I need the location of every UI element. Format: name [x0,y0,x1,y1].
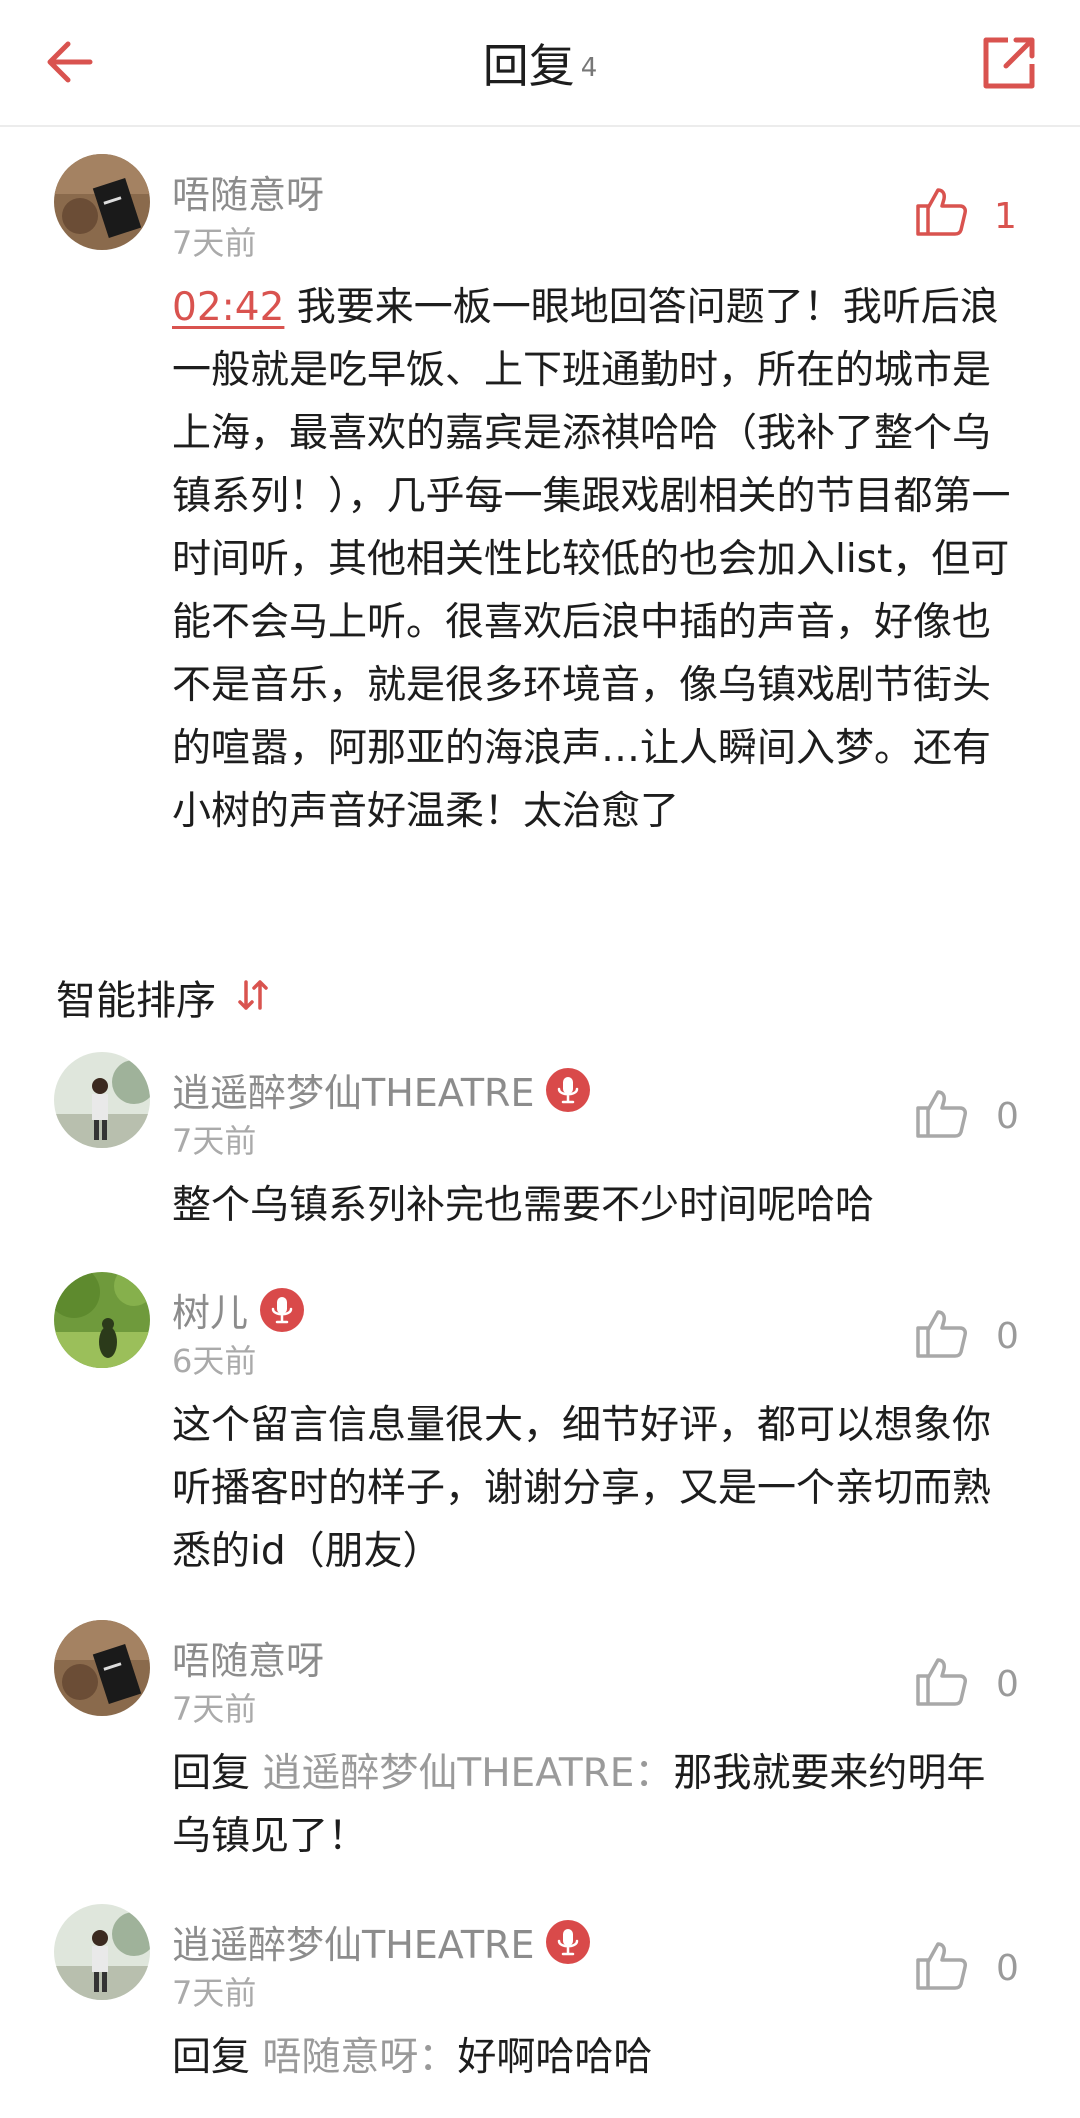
reply-username[interactable]: 唔随意呀 [172,1630,324,1685]
reply-body: 回复 逍遥醉梦仙THEATRE：那我就要来约明年乌镇见了！ [172,1742,1018,1868]
like-button[interactable] [914,184,968,242]
thumbs-up-icon [916,188,967,236]
like-count: 0 [996,1664,1019,1705]
timestamp-link[interactable]: 02:42 [172,285,284,330]
like-button[interactable] [914,1306,968,1364]
reply-time: 7天前 [172,1974,257,2012]
share-icon[interactable] [978,32,1040,94]
avatar[interactable] [54,1272,150,1368]
reply-username[interactable]: 逍遥醉梦仙THEATRE [172,1914,591,1969]
comment-time: 7天前 [172,224,257,262]
like-button[interactable] [914,1654,968,1712]
reply-count: 4 [580,52,598,83]
page-title-wrap: 回复 4 [0,30,1080,96]
reply-prefix: 回复 [172,1751,263,1796]
like-button[interactable] [914,1086,968,1144]
thumbs-up-icon [916,1942,967,1990]
thumbs-up-icon [916,1658,967,1706]
reply-username[interactable]: 逍遥醉梦仙THEATRE [172,1062,591,1117]
thumbs-up-icon [916,1090,967,1138]
reply-text: 这个留言信息量很大，细节好评，都可以想象你听播客时的样子，谢谢分享，又是一个亲切… [172,1403,992,1574]
top-bar: 回复 4 [0,0,1080,127]
reply-time: 6天前 [172,1342,257,1380]
comment-username[interactable]: 唔随意呀 [172,164,324,219]
avatar[interactable] [54,1052,150,1148]
reply-text: 好啊哈哈哈 [457,2035,653,2080]
page-title: 回复 [482,39,575,93]
reply-username[interactable]: 树儿 [172,1282,305,1337]
avatar[interactable] [54,1904,150,2000]
microphone-icon [546,1920,591,1964]
reply-body: 回复 唔随意呀：好啊哈哈哈 [172,2026,1018,2089]
avatar[interactable] [54,154,150,250]
reply-text: 整个乌镇系列补完也需要不少时间呢哈哈 [172,1183,875,1228]
thumbs-up-icon [916,1310,967,1358]
reply-time: 7天前 [172,1122,257,1160]
sort-icon[interactable] [236,978,270,1016]
reply-target-link[interactable]: 唔随意呀： [262,2035,457,2080]
comment-body: 02:42 我要来一板一眼地回答问题了！我听后浪一般就是吃早饭、上下班通勤时，所… [172,276,1018,843]
microphone-icon [546,1068,591,1112]
microphone-icon [260,1288,305,1332]
avatar[interactable] [54,1620,150,1716]
reply-prefix: 回复 [172,2035,263,2080]
like-count: 0 [996,1096,1019,1137]
like-count: 0 [996,1948,1019,1989]
sort-label[interactable]: 智能排序 [56,968,216,1026]
comment-text: 我要来一板一眼地回答问题了！我听后浪一般就是吃早饭、上下班通勤时，所在的城市是上… [172,285,1011,834]
reply-target-link[interactable]: 逍遥醉梦仙THEATRE： [262,1751,673,1796]
like-count: 0 [996,1316,1019,1357]
like-button[interactable] [914,1938,968,1996]
reply-time: 7天前 [172,1690,257,1728]
like-count: 1 [994,196,1017,237]
